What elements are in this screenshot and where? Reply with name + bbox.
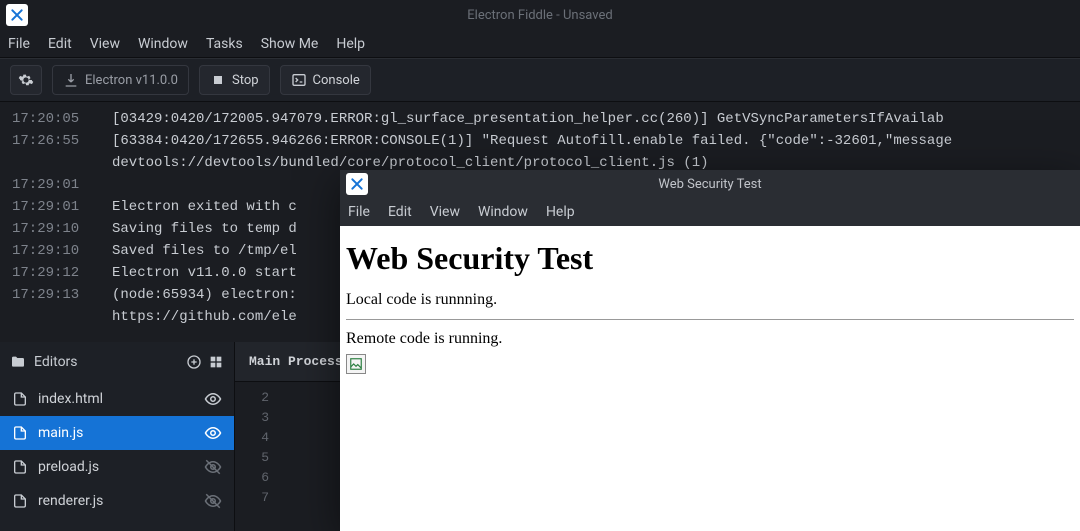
eye-off-icon[interactable] <box>204 492 222 510</box>
child-window-title: Web Security Test <box>658 177 761 192</box>
eye-icon[interactable] <box>204 424 222 442</box>
console-button[interactable]: Console <box>280 65 371 95</box>
main-titlebar: Electron Fiddle - Unsaved <box>0 0 1080 30</box>
file-label: renderer.js <box>38 493 103 509</box>
electron-version-selector[interactable]: Electron v11.0.0 <box>52 65 189 95</box>
file-item-renderer-js[interactable]: renderer.js <box>0 484 234 518</box>
file-icon <box>12 459 28 475</box>
menu-edit[interactable]: Edit <box>48 36 72 52</box>
file-label: main.js <box>38 425 83 441</box>
menu-tasks[interactable]: Tasks <box>206 36 243 52</box>
plus-circle-icon[interactable] <box>186 354 202 370</box>
sidebar-header: Editors <box>0 342 234 382</box>
window-title: Electron Fiddle - Unsaved <box>467 8 612 23</box>
line-number: 3 <box>249 408 269 428</box>
line-number: 4 <box>249 428 269 448</box>
sidebar-title: Editors <box>34 354 78 370</box>
main-menubar: File Edit View Window Tasks Show Me Help <box>0 30 1080 58</box>
file-label: index.html <box>38 391 103 407</box>
stop-icon <box>210 72 226 88</box>
file-label: preload.js <box>38 459 99 475</box>
sidebar: Editors index.html main.js p <box>0 342 235 531</box>
settings-button[interactable] <box>10 65 42 95</box>
file-item-main-js[interactable]: main.js <box>0 416 234 450</box>
download-icon <box>63 72 79 88</box>
local-code-text: Local code is runnning. <box>346 291 1074 309</box>
console-button-label: Console <box>313 73 360 88</box>
child-body: Web Security Test Local code is runnning… <box>340 226 1080 531</box>
file-icon <box>12 425 28 441</box>
app-icon <box>346 173 368 195</box>
eye-icon[interactable] <box>204 390 222 408</box>
menu-show-me[interactable]: Show Me <box>261 36 319 52</box>
child-menu-help[interactable]: Help <box>546 204 575 220</box>
file-item-preload-js[interactable]: preload.js <box>0 450 234 484</box>
child-window[interactable]: Web Security Test File Edit View Window … <box>340 170 1080 531</box>
file-item-index-html[interactable]: index.html <box>0 382 234 416</box>
stop-button-label: Stop <box>232 73 259 88</box>
editor-tab-label: Main Process <box>249 354 343 369</box>
broken-image-icon <box>346 354 366 374</box>
menu-view[interactable]: View <box>90 36 120 52</box>
app-icon <box>6 4 28 26</box>
line-number: 2 <box>249 388 269 408</box>
remote-code-text: Remote code is running. <box>346 330 1074 348</box>
line-number: 5 <box>249 448 269 468</box>
menu-help[interactable]: Help <box>336 36 365 52</box>
child-titlebar[interactable]: Web Security Test <box>340 170 1080 198</box>
electron-version-label: Electron v11.0.0 <box>85 73 178 88</box>
line-number: 6 <box>249 468 269 488</box>
console-line: 17:20:05[03429:0420/172005.947079.ERROR:… <box>12 108 1068 130</box>
divider <box>346 319 1074 320</box>
menu-file[interactable]: File <box>8 36 30 52</box>
folder-icon <box>10 354 26 370</box>
child-menu-view[interactable]: View <box>430 204 460 220</box>
eye-off-icon[interactable] <box>204 458 222 476</box>
console-line: 17:26:55[63384:0420/172655.946266:ERROR:… <box>12 130 1068 152</box>
terminal-icon <box>291 72 307 88</box>
child-menu-file[interactable]: File <box>348 204 370 220</box>
child-menubar: File Edit View Window Help <box>340 198 1080 226</box>
toolbar: Electron v11.0.0 Stop Console <box>0 58 1080 102</box>
file-icon <box>12 391 28 407</box>
gear-icon <box>18 72 34 88</box>
line-number: 7 <box>249 488 269 508</box>
menu-window[interactable]: Window <box>138 36 188 52</box>
child-menu-edit[interactable]: Edit <box>388 204 412 220</box>
child-menu-window[interactable]: Window <box>478 204 528 220</box>
stop-button[interactable]: Stop <box>199 65 270 95</box>
file-icon <box>12 493 28 509</box>
page-heading: Web Security Test <box>346 240 1074 277</box>
grid-icon[interactable] <box>208 354 224 370</box>
